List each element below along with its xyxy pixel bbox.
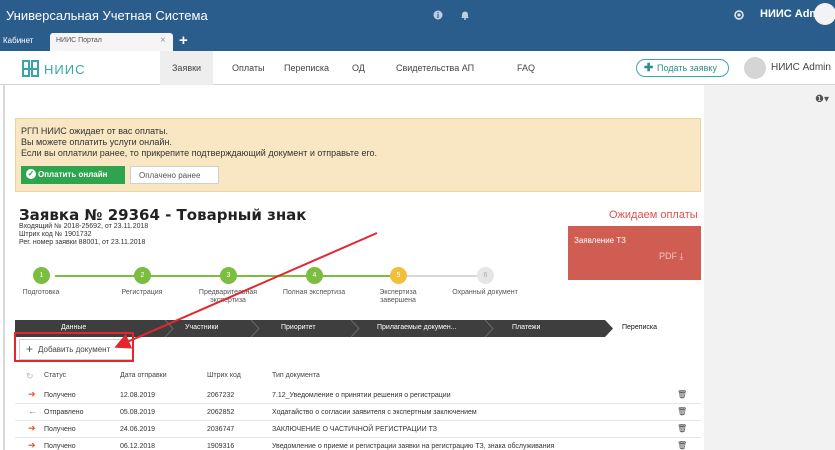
nav-user-name[interactable]: НИИС Admin xyxy=(771,62,831,73)
tab-participants[interactable]: Участники xyxy=(185,324,218,331)
row-type[interactable]: Уведомление о приеме и регистрации заявк… xyxy=(272,443,554,450)
received-arrow-icon: ➔ xyxy=(28,389,36,399)
check-icon: ✓ xyxy=(26,169,36,179)
application-status: Ожидаем оплаты xyxy=(609,209,698,221)
notice-line-3: Если вы оплатили ранее, то прикрепите по… xyxy=(21,148,378,158)
row-type[interactable]: 7.12_Уведомление о принятии решения о ре… xyxy=(272,392,451,399)
tab-payments[interactable]: Платежи xyxy=(512,324,540,331)
row-status: Получено xyxy=(44,426,76,433)
brand-name[interactable]: НИИС xyxy=(44,62,85,77)
barcode-number: Штрих код № 1901732 xyxy=(19,231,92,238)
step-3-dot: 3 xyxy=(220,267,237,284)
step-4-label: Полная экспертиза xyxy=(282,289,346,296)
trash-icon[interactable]: 🗑 xyxy=(677,407,687,416)
column-type[interactable]: Тип документа xyxy=(272,372,320,379)
info-icon[interactable] xyxy=(433,10,443,20)
nav-link-certificates[interactable]: Свидетельства АП xyxy=(396,63,474,73)
row-barcode: 2062852 xyxy=(207,409,235,416)
notice-line-1: РГП НИИС ожидает от вас оплаты. xyxy=(21,126,168,136)
app-window: Универсальная Учетная Система НИИС Admin… xyxy=(0,0,835,450)
row-date: 05.08.2019 xyxy=(120,409,156,416)
sent-arrow-icon: ← xyxy=(28,406,37,416)
row-date: 24.06.2019 xyxy=(120,426,156,433)
app-title: Универсальная Учетная Система xyxy=(6,8,208,23)
apply-button[interactable]: ✚ Подать заявку xyxy=(636,59,729,77)
column-status[interactable]: Статус xyxy=(44,372,66,379)
row-date: 12.08.2019 xyxy=(120,392,156,399)
tab-priority[interactable]: Приоритет xyxy=(281,324,316,331)
row-status: Получено xyxy=(44,392,76,399)
left-edge-divider xyxy=(3,85,5,450)
tab-correspondence[interactable]: Переписка xyxy=(622,324,657,331)
nav-link-correspondence[interactable]: Переписка xyxy=(284,63,329,73)
paid-earlier-button[interactable]: Оплачено ранее xyxy=(130,166,219,184)
nav-link-payments[interactable]: Оплаты xyxy=(232,63,265,73)
step-5-dot: 5 xyxy=(390,267,407,284)
trash-icon[interactable]: 🗑 xyxy=(677,441,687,450)
table-row[interactable]: ← Отправлено 05.08.2019 2062852 Ходатайс… xyxy=(15,404,701,421)
doc-card-title: Заявление ТЗ xyxy=(574,236,626,245)
tab-close-icon[interactable]: × xyxy=(160,35,166,46)
step-6-dot: 6 xyxy=(477,267,494,284)
step-3-label: Предварительная экспертиза xyxy=(198,289,258,304)
step-2-label: Регистрация xyxy=(121,289,163,296)
pay-online-button[interactable]: ✓ Оплатить онлайн xyxy=(21,166,125,184)
row-status: Отправлено xyxy=(44,409,84,416)
row-barcode: 2036747 xyxy=(207,426,235,433)
user-avatar[interactable] xyxy=(744,57,766,79)
received-arrow-icon: ➔ xyxy=(28,440,36,450)
browser-tab-strip: Кабинет НИИС Портал × + xyxy=(0,31,835,51)
refresh-icon[interactable]: ↻ xyxy=(26,371,34,382)
row-status: Получено xyxy=(44,443,76,450)
tab-attached-documents[interactable]: Прилагаемые докумен... xyxy=(377,324,457,331)
step-4-dot: 4 xyxy=(306,267,323,284)
column-barcode[interactable]: Штрих код xyxy=(207,372,241,379)
bell-icon[interactable] xyxy=(460,10,470,20)
registration-number: Рег. номер заявки 88001, от 23.11.2018 xyxy=(19,239,146,246)
incoming-number: Входящий № 2018-25692, от 23.11.2018 xyxy=(19,223,149,230)
window-avatar[interactable] xyxy=(814,3,835,25)
payment-notice: РГП НИИС ожидает от вас оплаты. Вы может… xyxy=(15,118,701,192)
step-6-label: Охранный документ xyxy=(452,289,518,296)
pay-online-label: Оплатить онлайн xyxy=(38,170,108,179)
trash-icon[interactable]: 🗑 xyxy=(677,390,687,399)
nav-link-faq[interactable]: FAQ xyxy=(517,63,535,73)
title-bar: Универсальная Учетная Система НИИС Admin xyxy=(0,0,835,31)
plus-icon: ✚ xyxy=(644,62,654,74)
row-barcode: 1909316 xyxy=(207,443,235,450)
table-row[interactable]: ➔ Получено 06.12.2018 1909316 Уведомлени… xyxy=(15,438,701,450)
column-date[interactable]: Дата отправки xyxy=(120,372,167,379)
row-barcode: 2067232 xyxy=(207,392,235,399)
right-panel xyxy=(704,85,835,450)
apply-button-label: Подать заявку xyxy=(657,63,717,73)
row-type[interactable]: Ходатайство о согласии заявителя с экспе… xyxy=(272,409,477,416)
pdf-download-icon[interactable]: PDF ⤓ xyxy=(659,251,683,262)
new-tab-icon[interactable]: + xyxy=(179,32,188,49)
cabinet-label: Кабинет xyxy=(3,36,34,45)
table-row[interactable]: ➔ Получено 24.06.2019 2036747 ЗАКЛЮЧЕНИЕ… xyxy=(15,421,701,438)
row-date: 06.12.2018 xyxy=(120,443,156,450)
nav-link-od[interactable]: ОД xyxy=(352,63,365,73)
notice-line-2: Вы можете оплатить услуги онлайн. xyxy=(21,137,172,147)
application-document-card[interactable]: Заявление ТЗ PDF ⤓ xyxy=(568,226,701,280)
correspondence-table-header: ↻ Статус Дата отправки Штрих код Тип док… xyxy=(15,370,701,386)
step-1-label: Подготовка xyxy=(22,289,60,296)
application-title: Заявка № 29364 - Товарный знак xyxy=(19,206,307,224)
highlight-box xyxy=(14,332,134,362)
progress-line-pending xyxy=(398,275,488,277)
top-navigation: НИИС Заявки Оплаты Переписка ОД Свидетел… xyxy=(0,51,835,85)
help-dropdown-icon[interactable]: ❶▾ xyxy=(815,94,829,105)
table-row[interactable]: ➔ Получено 12.08.2019 2067232 7.12_Уведо… xyxy=(15,387,701,404)
received-arrow-icon: ➔ xyxy=(28,423,36,433)
tab-niis-portal-label: НИИС Портал xyxy=(56,37,102,44)
tab-niis-portal[interactable]: НИИС Портал × xyxy=(50,33,173,51)
tab-data[interactable]: Данные xyxy=(61,324,86,331)
step-2-dot: 2 xyxy=(134,267,151,284)
settings-icon[interactable] xyxy=(734,10,744,20)
step-1-dot: 1 xyxy=(33,267,50,284)
row-type[interactable]: ЗАКЛЮЧЕНИЕ О ЧАСТИЧНОЙ РЕГИСТРАЦИИ ТЗ xyxy=(272,426,437,433)
step-5-label: Экспертиза завершена xyxy=(379,289,417,304)
trash-icon[interactable]: 🗑 xyxy=(677,424,687,433)
nav-link-applications[interactable]: Заявки xyxy=(160,51,214,85)
